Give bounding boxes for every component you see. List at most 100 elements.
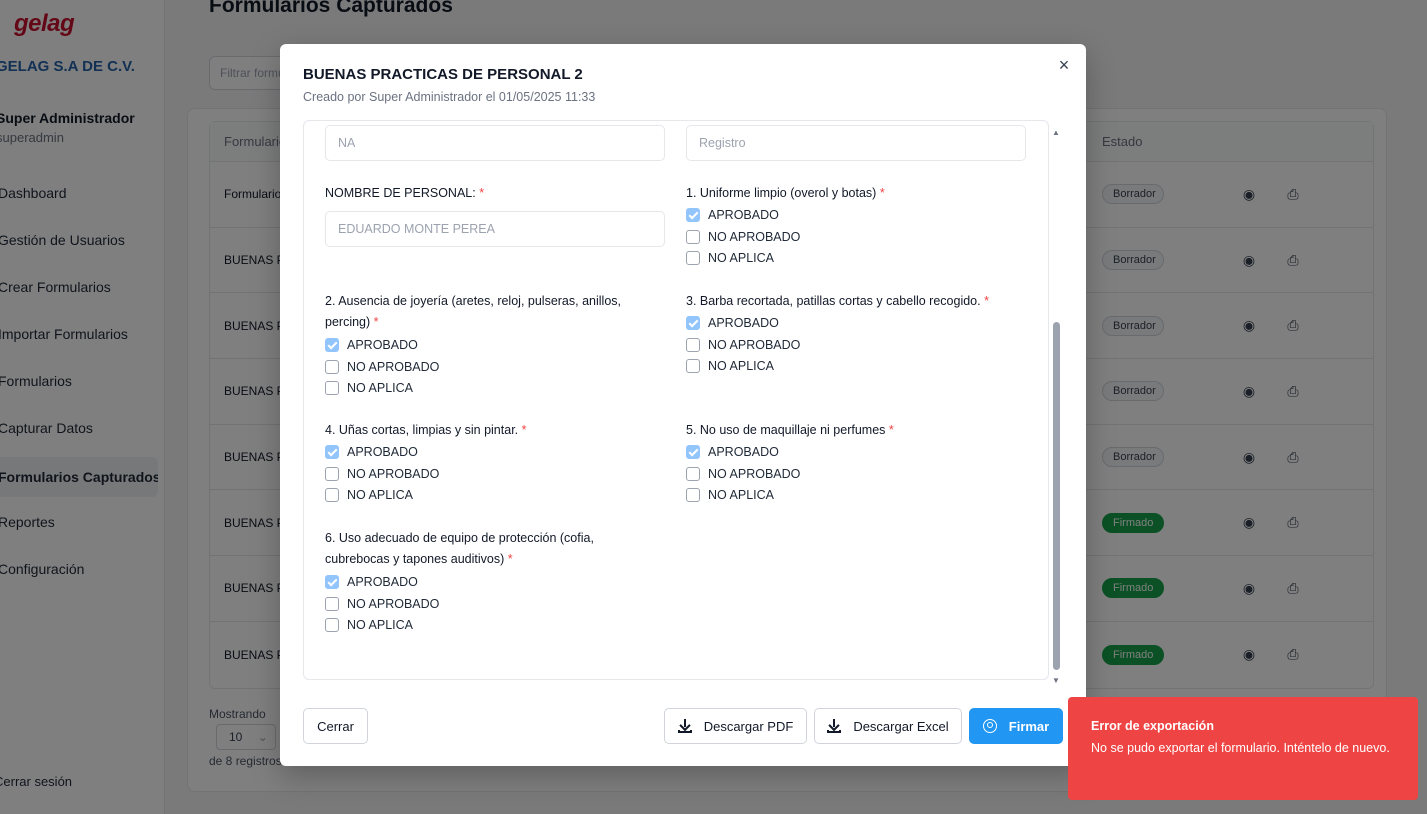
question-text: 5. No uso de maquillaje ni perfumes: [686, 423, 886, 437]
scrollbar-thumb[interactable]: [1053, 322, 1060, 670]
modal-scrollbar[interactable]: ▲ ▼: [1050, 124, 1062, 686]
top-left-field[interactable]: NA: [325, 125, 665, 161]
download-icon: [677, 719, 692, 733]
checkbox-label: NO APLICA: [347, 618, 413, 633]
checkbox-label: NO APLICA: [347, 381, 413, 396]
checkbox-label: APROBADO: [708, 445, 779, 459]
question-label: 1. Uniforme limpio (overol y botas) *: [686, 183, 1006, 204]
checkbox-label: NO APROBADO: [708, 466, 801, 481]
checkbox-option[interactable]: NO APLICA: [325, 380, 413, 396]
checkbox-option[interactable]: NO APROBADO: [325, 466, 439, 482]
checkbox[interactable]: [325, 618, 339, 633]
checkbox[interactable]: [325, 359, 339, 374]
checkbox[interactable]: [325, 445, 339, 459]
modal-title: BUENAS PRACTICAS DE PERSONAL 2: [303, 66, 583, 83]
user-circle-icon: [982, 719, 997, 733]
question-label: 2. Ausencia de joyería (aretes, reloj, p…: [325, 291, 645, 333]
required-mark: *: [521, 423, 527, 437]
checkbox[interactable]: [686, 229, 700, 244]
question-text: 6. Uso adecuado de equipo de protección …: [325, 531, 594, 566]
checkbox[interactable]: [686, 488, 700, 503]
required-mark: *: [479, 186, 485, 200]
checkbox-label: NO APROBADO: [708, 229, 801, 244]
question-label: 3. Barba recortada, patillas cortas y ca…: [686, 291, 1006, 312]
sign-button[interactable]: Firmar: [969, 708, 1063, 744]
checkbox-option[interactable]: APROBADO: [686, 444, 779, 460]
question-label: 6. Uso adecuado de equipo de protección …: [325, 528, 645, 570]
toast-message: No se pudo exportar el formulario. Intén…: [1091, 741, 1390, 755]
required-mark: *: [373, 315, 379, 329]
checkbox-option[interactable]: NO APROBADO: [686, 229, 800, 245]
checkbox-label: NO APROBADO: [708, 337, 801, 352]
close-icon[interactable]: ×: [1055, 56, 1073, 74]
download-excel-button[interactable]: Descargar Excel: [814, 708, 962, 744]
question-text: 4. Uñas cortas, limpias y sin pintar.: [325, 423, 519, 437]
checkbox-label: NO APROBADO: [347, 359, 440, 374]
checkbox[interactable]: [325, 596, 339, 611]
checkbox[interactable]: [325, 381, 339, 396]
checkbox-label: APROBADO: [347, 575, 418, 589]
download-excel-label: Descargar Excel: [853, 718, 949, 734]
checkbox[interactable]: [686, 466, 700, 481]
checkbox-option[interactable]: NO APROBADO: [686, 466, 800, 482]
checkbox[interactable]: [325, 466, 339, 481]
question-label: 4. Uñas cortas, limpias y sin pintar. *: [325, 420, 645, 441]
name-field[interactable]: EDUARDO MONTE PEREA: [325, 211, 665, 247]
checkbox-label: NO APLICA: [708, 488, 774, 503]
checkbox-option[interactable]: APROBADO: [325, 337, 418, 353]
checkbox-label: NO APROBADO: [347, 596, 440, 611]
checkbox-label: NO APLICA: [708, 359, 774, 374]
download-icon: [827, 719, 842, 733]
modal-subtitle: Creado por Super Administrador el 01/05/…: [303, 90, 596, 104]
checkbox[interactable]: [686, 208, 700, 222]
checkbox[interactable]: [686, 251, 700, 266]
checkbox-option[interactable]: NO APLICA: [325, 617, 413, 633]
checkbox[interactable]: [686, 359, 700, 374]
name-label-text: NOMBRE DE PERSONAL:: [325, 186, 476, 200]
checkbox[interactable]: [325, 488, 339, 503]
question-text: 2. Ausencia de joyería (aretes, reloj, p…: [325, 294, 621, 329]
sign-label: Firmar: [1008, 718, 1050, 734]
checkbox-option[interactable]: APROBADO: [686, 315, 779, 331]
checkbox-option[interactable]: NO APROBADO: [325, 596, 439, 612]
form-content-scroll[interactable]: NA Registro NOMBRE DE PERSONAL: * EDUARD…: [303, 120, 1049, 680]
top-right-field[interactable]: Registro: [686, 125, 1026, 161]
question-text: 1. Uniforme limpio (overol y botas): [686, 186, 877, 200]
form-detail-modal: BUENAS PRACTICAS DE PERSONAL 2 Creado po…: [280, 44, 1086, 766]
checkbox-option[interactable]: APROBADO: [325, 574, 418, 590]
checkbox-label: NO APLICA: [347, 488, 413, 503]
checkbox-label: APROBADO: [347, 338, 418, 352]
required-mark: *: [507, 552, 513, 566]
checkbox-option[interactable]: NO APLICA: [686, 358, 774, 374]
checkbox-label: NO APROBADO: [347, 466, 440, 481]
error-toast[interactable]: Error de exportación No se pudo exportar…: [1068, 697, 1418, 800]
checkbox-option[interactable]: NO APLICA: [686, 487, 774, 503]
checkbox[interactable]: [686, 445, 700, 459]
checkbox-option[interactable]: NO APLICA: [325, 487, 413, 503]
checkbox-option[interactable]: NO APROBADO: [686, 337, 800, 353]
checkbox-label: NO APLICA: [708, 251, 774, 266]
checkbox-option[interactable]: APROBADO: [325, 444, 418, 460]
checkbox-label: APROBADO: [708, 208, 779, 222]
checkbox[interactable]: [325, 338, 339, 352]
checkbox-option[interactable]: APROBADO: [686, 207, 779, 223]
question-label: 5. No uso de maquillaje ni perfumes *: [686, 420, 1006, 441]
close-button[interactable]: Cerrar: [303, 708, 368, 744]
checkbox-option[interactable]: NO APLICA: [686, 250, 774, 266]
checkbox-label: APROBADO: [708, 316, 779, 330]
question-text: 3. Barba recortada, patillas cortas y ca…: [686, 294, 981, 308]
checkbox-label: APROBADO: [347, 445, 418, 459]
required-mark: *: [888, 423, 894, 437]
checkbox[interactable]: [325, 575, 339, 589]
required-mark: *: [984, 294, 989, 308]
name-label: NOMBRE DE PERSONAL: *: [325, 183, 484, 204]
checkbox-option[interactable]: NO APROBADO: [325, 359, 439, 375]
scroll-up-icon[interactable]: ▲: [1052, 128, 1060, 137]
scroll-down-icon[interactable]: ▼: [1052, 676, 1060, 685]
checkbox[interactable]: [686, 337, 700, 352]
download-pdf-button[interactable]: Descargar PDF: [664, 708, 807, 744]
toast-title: Error de exportación: [1091, 719, 1214, 733]
download-pdf-label: Descargar PDF: [703, 718, 794, 734]
checkbox[interactable]: [686, 316, 700, 330]
required-mark: *: [879, 186, 885, 200]
